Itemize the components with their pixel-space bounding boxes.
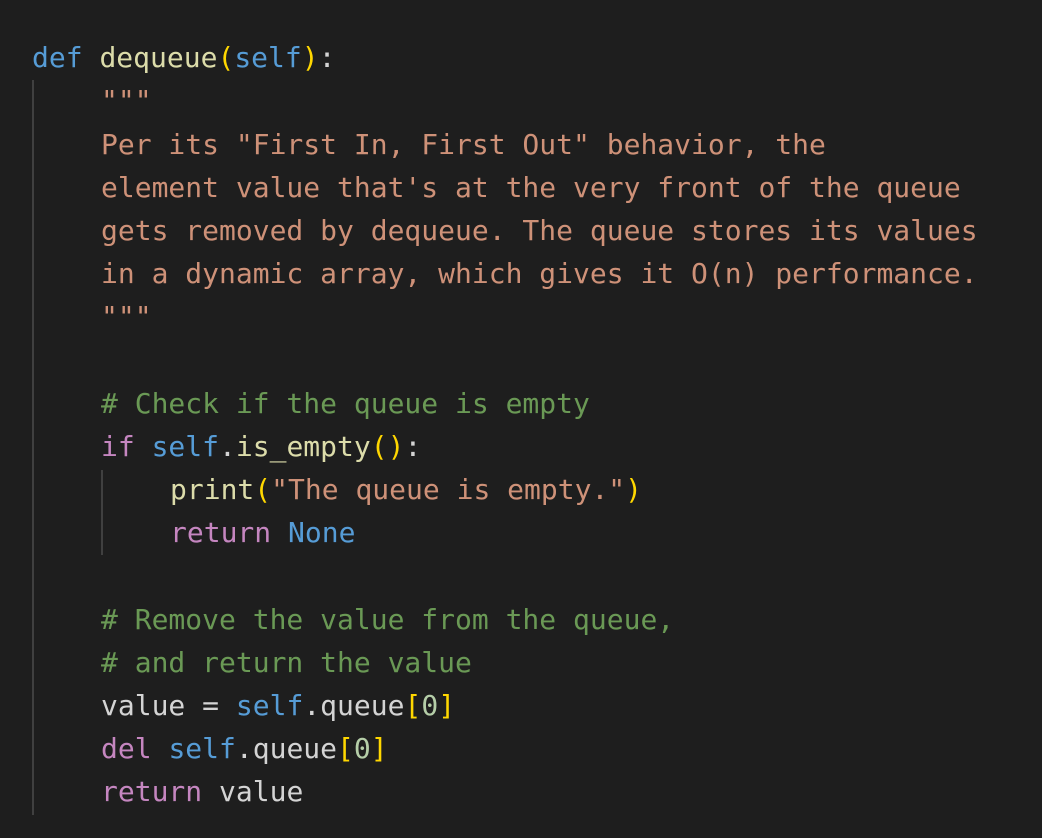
code-line-def[interactable]: def dequeue(self): [32,36,335,79]
dot: . [235,732,253,765]
variable-value: value [219,775,304,808]
docstring-open: """ [101,84,152,117]
attr-queue: queue [320,689,405,722]
self-ref: self [151,430,220,463]
string-literal: "The queue is empty." [271,473,626,506]
bracket-close: ] [438,689,456,722]
colon: : [318,41,336,74]
docstring-line-4: in a dynamic array, which gives it O(n) … [101,257,978,290]
code-line-print[interactable]: print("The queue is empty.") [170,468,642,511]
code-line-assign[interactable]: value = self.queue[0] [101,684,455,727]
colon: : [404,430,422,463]
docstring-line-1: Per its "First In, First Out" behavior, … [101,128,826,161]
keyword-return: return [170,516,272,549]
docstring-close: """ [101,300,152,333]
bracket-close: ] [370,732,388,765]
keyword-if: if [101,430,135,463]
dot: . [303,689,321,722]
method-is-empty: is_empty [235,430,371,463]
comment-return-value: # and return the value [101,646,472,679]
variable-value: value [101,689,186,722]
keyword-return: return [101,775,203,808]
paren-close: ) [625,473,643,506]
code-line-del[interactable]: del self.queue[0] [101,727,388,770]
index-zero: 0 [353,732,371,765]
function-print: print [170,473,255,506]
code-editor[interactable]: def dequeue(self): """ Per its "First In… [0,0,1042,838]
indent-guide-nested [101,470,103,555]
bracket-open: [ [404,689,422,722]
keyword-del: del [101,732,152,765]
dot: . [219,430,236,463]
paren-open: ( [217,41,235,74]
param-self: self [234,41,302,74]
keyword-def: def [32,41,83,74]
docstring-line-3: gets removed by dequeue. The queue store… [101,214,978,247]
index-zero: 0 [421,689,439,722]
self-ref: self [168,732,236,765]
indent-guide [32,80,34,815]
code-line-return-none[interactable]: return None [170,511,355,554]
code-line-if[interactable]: if self.is_empty(): [101,425,421,468]
assign-op: = [185,689,236,722]
parens: () [370,430,405,463]
constant-none: None [288,516,356,549]
docstring-line-2: element value that's at the very front o… [101,171,961,204]
comment-remove-value: # Remove the value from the queue, [101,603,675,636]
function-name: dequeue [99,41,218,74]
code-line-return-value[interactable]: return value [101,770,303,813]
comment-check-empty: # Check if the queue is empty [101,387,590,420]
attr-queue: queue [252,732,338,765]
bracket-open: [ [337,732,354,765]
paren-open: ( [254,473,272,506]
paren-close: ) [301,41,319,74]
self-ref: self [235,689,304,722]
